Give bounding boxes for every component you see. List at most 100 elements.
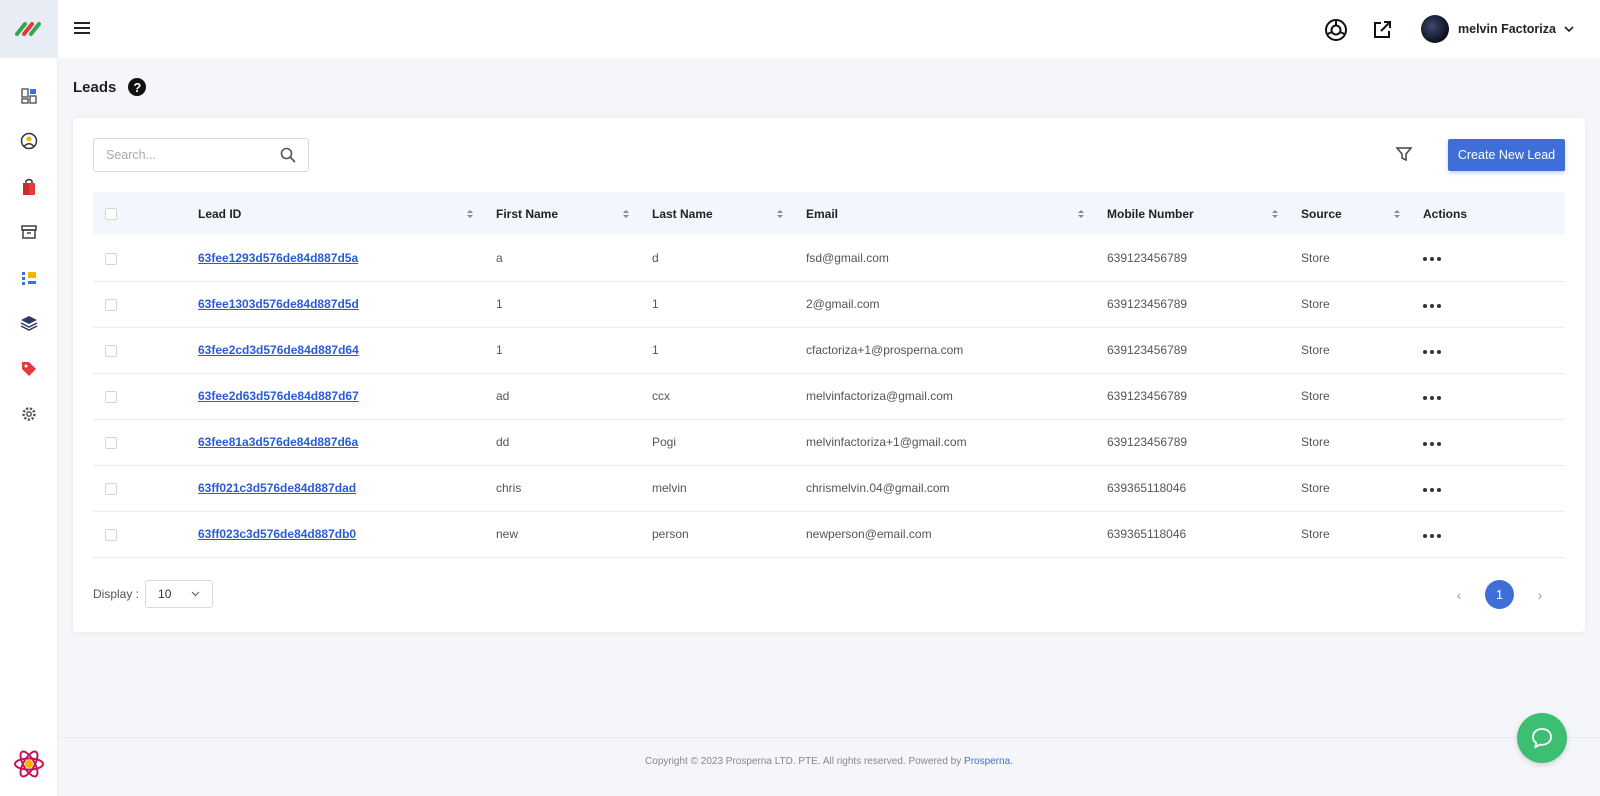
chat-button[interactable] — [1517, 713, 1567, 763]
column-header-source[interactable]: Source — [1289, 192, 1411, 235]
email-value: chrismelvin.04@gmail.com — [806, 481, 950, 495]
row-checkbox[interactable] — [105, 298, 117, 311]
more-actions-icon[interactable] — [1423, 346, 1441, 358]
table-row: 63fee1293d576de84d887d5a a d fsd@gmail.com 6… — [93, 235, 1565, 281]
lead-id-link[interactable]: 63ff021c3d576de84d887dad — [198, 481, 356, 495]
list-icon[interactable] — [0, 255, 58, 301]
create-new-lead-button[interactable]: Create New Lead — [1448, 139, 1565, 171]
cell-select — [93, 235, 186, 281]
shopping-bag-icon[interactable] — [0, 164, 58, 210]
brand-logo[interactable] — [0, 0, 58, 58]
cell-source: Store — [1289, 327, 1411, 373]
cell-select — [93, 465, 186, 511]
leads-table: Lead ID First Name Last Name Email Mobil… — [93, 192, 1565, 558]
cell-mobile-number: 639123456789 — [1095, 373, 1289, 419]
source-value: Store — [1301, 297, 1330, 311]
external-link-icon[interactable] — [1370, 18, 1394, 42]
prosperna-link[interactable]: Prosperna — [964, 756, 1010, 767]
more-actions-icon[interactable] — [1423, 300, 1441, 312]
footer-end: . — [1010, 756, 1013, 767]
help-icon[interactable]: ? — [128, 78, 147, 96]
select-all-cell — [93, 192, 186, 235]
table-row: 63fee1303d576de84d887d5d 1 1 2@gmail.com 639… — [93, 281, 1565, 327]
cell-select — [93, 373, 186, 419]
select-all-checkbox[interactable] — [105, 208, 117, 221]
column-header-first-name[interactable]: First Name — [484, 192, 640, 235]
prev-page-button[interactable]: ‹ — [1448, 587, 1470, 603]
last-name-value: d — [652, 250, 659, 265]
more-actions-icon[interactable] — [1423, 530, 1441, 542]
search-box — [93, 138, 309, 172]
column-header-email[interactable]: Email — [794, 192, 1095, 235]
cell-lead-id: 63fee2d63d576de84d887d67 — [186, 373, 484, 419]
sort-icon — [467, 209, 473, 218]
table-row: 63fee2cd3d576de84d887d64 1 1 cfactoriza+1@p… — [93, 327, 1565, 373]
cell-last-name: Pogi — [640, 419, 794, 465]
chevron-down-icon — [191, 591, 200, 597]
user-menu[interactable]: melvin Factoriza — [1421, 15, 1574, 43]
sort-icon — [1394, 209, 1400, 218]
lead-id-link[interactable]: 63fee1293d576de84d887d5a — [198, 251, 358, 265]
more-actions-icon[interactable] — [1423, 253, 1441, 265]
more-actions-icon[interactable] — [1423, 392, 1441, 404]
lead-id-link[interactable]: 63fee2d63d576de84d887d67 — [198, 389, 359, 403]
search-icon[interactable] — [280, 147, 296, 163]
first-name-value: a — [496, 250, 503, 265]
settings-icon[interactable] — [0, 392, 58, 438]
page-number-button[interactable]: 1 — [1485, 580, 1514, 609]
lead-id-link[interactable]: 63ff023c3d576de84d887db0 — [198, 527, 356, 541]
row-checkbox[interactable] — [105, 436, 117, 449]
column-header-last-name[interactable]: Last Name — [640, 192, 794, 235]
row-checkbox[interactable] — [105, 528, 117, 541]
page-title: Leads — [73, 78, 117, 96]
user-circle-icon[interactable] — [0, 119, 58, 165]
lead-id-link[interactable]: 63fee81a3d576de84d887d6a — [198, 435, 358, 449]
cell-first-name: new — [484, 511, 640, 557]
page-title-row: Leads ? — [73, 78, 147, 96]
cell-source: Store — [1289, 373, 1411, 419]
cell-last-name: 1 — [640, 281, 794, 327]
user-name: melvin Factoriza — [1458, 22, 1556, 36]
chat-icon — [1532, 728, 1552, 749]
page-size-select[interactable]: 10 — [145, 580, 214, 608]
sort-icon — [1272, 209, 1278, 218]
row-checkbox[interactable] — [105, 252, 117, 265]
email-value: melvinfactoriza+1@gmail.com — [806, 435, 967, 449]
filter-icon[interactable] — [1395, 145, 1415, 165]
row-checkbox[interactable] — [105, 390, 117, 403]
row-checkbox[interactable] — [105, 482, 117, 495]
cell-mobile-number: 639123456789 — [1095, 419, 1289, 465]
more-actions-icon[interactable] — [1423, 484, 1441, 496]
column-label: Email — [806, 206, 839, 221]
menu-icon[interactable] — [74, 22, 90, 36]
lead-id-link[interactable]: 63fee2cd3d576de84d887d64 — [198, 343, 359, 357]
more-actions-icon[interactable] — [1423, 438, 1441, 450]
table-row: 63fee2d63d576de84d887d67 ad ccx melvinfacto… — [93, 373, 1565, 419]
email-value: 2@gmail.com — [806, 297, 880, 311]
first-name-value: dd — [496, 435, 510, 449]
next-page-button[interactable]: › — [1529, 587, 1551, 603]
react-logo-icon[interactable] — [12, 747, 46, 786]
tag-icon[interactable] — [0, 346, 58, 392]
layers-icon[interactable] — [0, 301, 58, 347]
mobile-number-value: 639123456789 — [1107, 435, 1188, 449]
row-checkbox[interactable] — [105, 344, 117, 357]
mobile-number-value: 639123456789 — [1107, 297, 1188, 311]
support-icon[interactable] — [1324, 18, 1348, 42]
search-input[interactable] — [106, 148, 280, 162]
column-header-mobile-number[interactable]: Mobile Number — [1095, 192, 1289, 235]
archive-icon[interactable] — [0, 210, 58, 256]
cell-last-name: 1 — [640, 327, 794, 373]
cell-select — [93, 327, 186, 373]
cell-email: melvinfactoriza@gmail.com — [794, 373, 1095, 419]
table-row: 63ff021c3d576de84d887dad chris melvin chris… — [93, 465, 1565, 511]
lead-id-link[interactable]: 63fee1303d576de84d887d5d — [198, 297, 359, 311]
dashboard-icon[interactable] — [0, 73, 58, 119]
cell-mobile-number: 639123456789 — [1095, 235, 1289, 281]
column-label: Mobile Number — [1107, 206, 1194, 221]
first-name-value: 1 — [496, 343, 503, 357]
last-name-value: 1 — [652, 343, 659, 357]
column-header-lead-id[interactable]: Lead ID — [186, 192, 484, 235]
source-value: Store — [1301, 343, 1330, 357]
cell-mobile-number: 639365118046 — [1095, 511, 1289, 557]
